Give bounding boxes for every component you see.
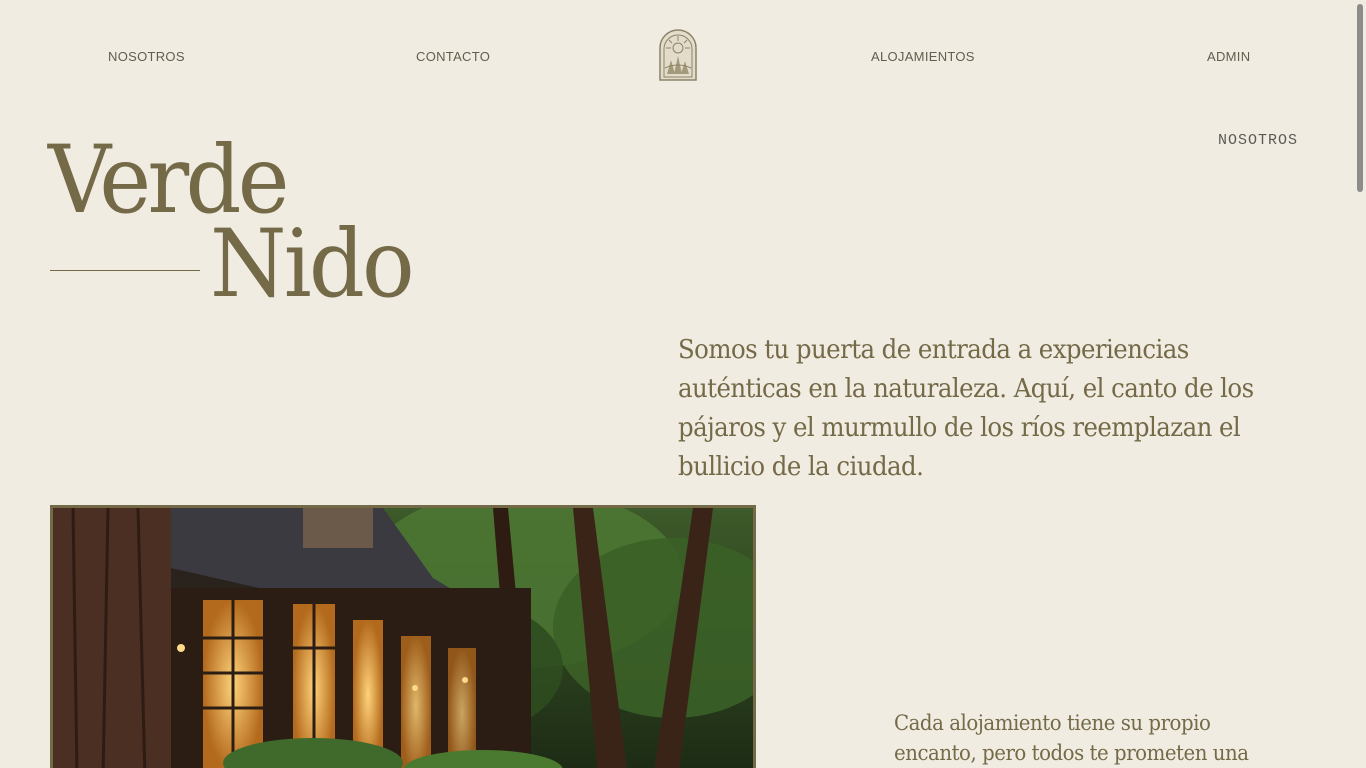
section-label: NOSOTROS	[1218, 132, 1299, 149]
arched-forest-logo-icon[interactable]	[657, 28, 699, 82]
page-scrollbar[interactable]	[1352, 0, 1366, 768]
nav-link-alojamientos[interactable]: ALOJAMIENTOS	[871, 49, 975, 64]
cabin-forest-photo	[50, 505, 756, 768]
scrollbar-thumb[interactable]	[1357, 4, 1363, 192]
title-divider	[50, 270, 200, 271]
brand-title-nido: Nido	[210, 210, 415, 319]
intro-paragraph: Somos tu puerta de entrada a experiencia…	[678, 335, 1254, 482]
nav-link-nosotros[interactable]: NOSOTROS	[108, 49, 185, 64]
nav-link-contacto[interactable]: CONTACTO	[416, 49, 490, 64]
nav-link-admin[interactable]: ADMIN	[1207, 49, 1250, 64]
secondary-paragraph: Cada alojamiento tiene su propio encanto…	[894, 711, 1249, 765]
